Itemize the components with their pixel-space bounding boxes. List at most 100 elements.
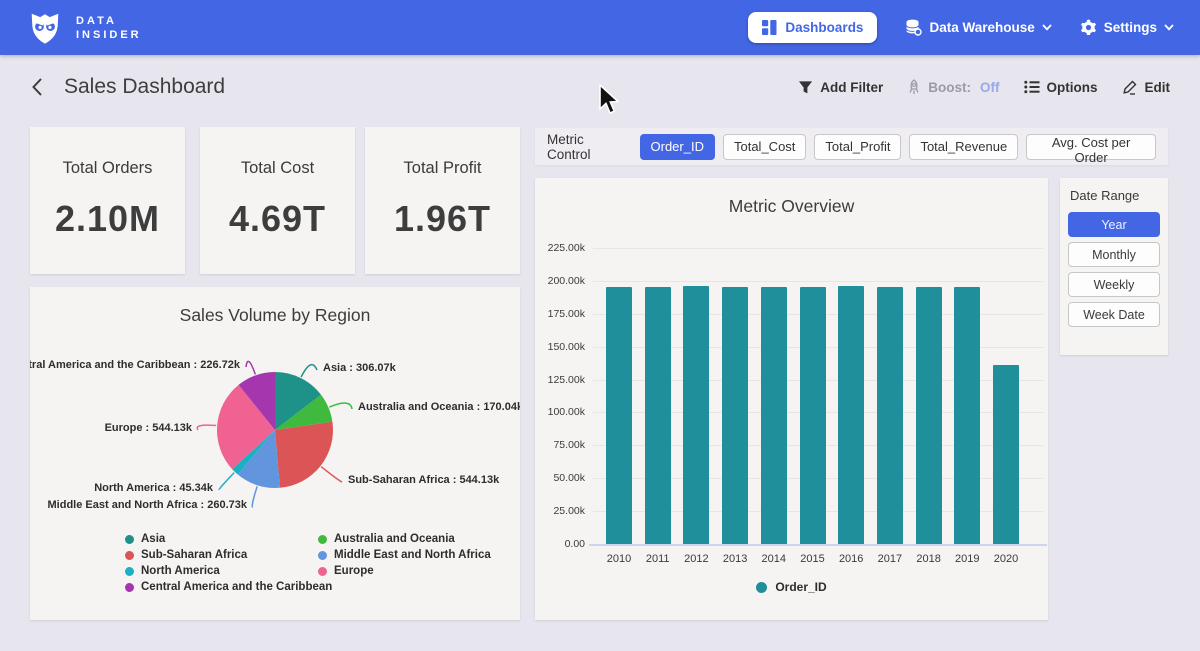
pie-legend-item-middle-east-and-north-africa[interactable]: Middle East and North Africa — [318, 547, 491, 563]
x-axis-tick-label: 2013 — [715, 553, 755, 565]
page-header: Sales Dashboard Add Filter Boost:Off Opt… — [0, 55, 1200, 119]
kpi-value: 2.10M — [30, 198, 185, 240]
bar-2019[interactable] — [954, 287, 980, 544]
brand-line2: INSIDER — [76, 28, 142, 42]
bar-2014[interactable] — [761, 287, 787, 544]
y-axis-tick-label: 50.00k — [535, 472, 585, 484]
metric-option-order-id[interactable]: Order_ID — [640, 134, 715, 160]
legend-label: Asia — [141, 533, 165, 545]
pie-legend-item-europe[interactable]: Europe — [318, 563, 491, 579]
boost-toggle[interactable]: Boost:Off — [907, 79, 999, 95]
add-filter-button[interactable]: Add Filter — [798, 80, 883, 95]
pie-label-europe: Europe : 544.13k — [105, 422, 193, 434]
pie-leader-line — [329, 403, 352, 409]
database-icon — [905, 19, 922, 36]
pie-leader-line — [301, 365, 317, 377]
pie-label-sub-saharan-africa: Sub-Saharan Africa : 544.13k — [348, 474, 500, 486]
edit-label: Edit — [1145, 80, 1171, 95]
pie-legend-item-north-america[interactable]: North America — [125, 563, 332, 579]
bar-legend-item-order-id[interactable]: Order_ID — [756, 580, 826, 594]
pie-slice-sub-saharan-africa[interactable] — [275, 422, 333, 488]
options-list-icon — [1024, 80, 1040, 94]
bar-2015[interactable] — [800, 287, 826, 544]
boost-label: Boost: — [928, 80, 971, 95]
bar-2011[interactable] — [645, 287, 671, 544]
legend-dot-icon — [318, 551, 327, 560]
bar-2016[interactable] — [838, 286, 864, 544]
bar-legend: Order_ID — [535, 580, 1048, 594]
x-axis-tick-label: 2019 — [947, 553, 987, 565]
pie-leader-line — [197, 425, 216, 430]
x-axis-tick-label: 2011 — [638, 553, 678, 565]
y-axis-tick-label: 175.00k — [535, 308, 585, 320]
legend-dot-icon — [125, 551, 134, 560]
pie-legend-item-asia[interactable]: Asia — [125, 531, 332, 547]
options-label: Options — [1047, 80, 1098, 95]
metric-option-total-revenue[interactable]: Total_Revenue — [909, 134, 1018, 160]
owl-logo-icon — [26, 9, 64, 47]
bar-chart-card: Metric Overview 0.0025.00k50.00k75.00k10… — [535, 178, 1048, 620]
brand-line1: DATA — [76, 14, 142, 28]
settings-menu[interactable]: Settings — [1080, 19, 1174, 36]
pie-legend-item-australia-and-oceania[interactable]: Australia and Oceania — [318, 531, 491, 547]
date-range-year-button[interactable]: Year — [1068, 212, 1160, 237]
edit-button[interactable]: Edit — [1122, 79, 1171, 95]
metric-option-total-cost[interactable]: Total_Cost — [723, 134, 806, 160]
dashboards-label: Dashboards — [785, 20, 863, 35]
chevron-down-icon — [1164, 24, 1174, 31]
dashboards-button[interactable]: Dashboards — [748, 12, 877, 43]
bar-2018[interactable] — [916, 287, 942, 544]
data-warehouse-menu[interactable]: Data Warehouse — [905, 19, 1051, 36]
back-chevron-icon — [30, 77, 44, 97]
bar-2012[interactable] — [683, 286, 709, 545]
kpi-value: 4.69T — [200, 198, 355, 240]
kpi-value: 1.96T — [365, 198, 520, 240]
legend-label: Australia and Oceania — [334, 533, 455, 545]
y-axis-tick-label: 225.00k — [535, 242, 585, 254]
date-range-monthly-button[interactable]: Monthly — [1068, 242, 1160, 267]
bar-2010[interactable] — [606, 287, 632, 544]
y-axis-tick-label: 100.00k — [535, 406, 585, 418]
pie-leader-line — [246, 361, 255, 374]
legend-dot-icon — [125, 583, 134, 592]
pie-label-central-america-and-the-caribbean: Central America and the Caribbean : 226.… — [30, 359, 241, 371]
y-axis-tick-label: 25.00k — [535, 505, 585, 517]
options-button[interactable]: Options — [1024, 80, 1098, 95]
bar-2020[interactable] — [993, 365, 1019, 544]
kpi-label: Total Cost — [200, 159, 355, 178]
dashboard-grid-icon — [762, 20, 777, 35]
pie-legend-column: Australia and Oceania Middle East and Nor… — [318, 531, 491, 579]
bar-chart-mount: 0.0025.00k50.00k75.00k100.00k125.00k150.… — [535, 178, 1048, 620]
date-range-weekly-button[interactable]: Weekly — [1068, 272, 1160, 297]
pie-legend-item-central-america-and-the-caribbean[interactable]: Central America and the Caribbean — [125, 579, 332, 595]
settings-label: Settings — [1104, 20, 1157, 35]
kpi-total-profit: Total Profit 1.96T — [365, 127, 520, 274]
x-axis-tick-label: 2014 — [754, 553, 794, 565]
metric-option-total-profit[interactable]: Total_Profit — [814, 134, 901, 160]
pie-label-asia: Asia : 306.07k — [323, 362, 397, 374]
legend-dot-icon — [318, 535, 327, 544]
pie-legend-item-sub-saharan-africa[interactable]: Sub-Saharan Africa — [125, 547, 332, 563]
pie-label-north-america: North America : 45.34k — [94, 482, 214, 494]
metric-control-bar: Metric Control Order_ID Total_Cost Total… — [535, 128, 1168, 165]
bar-2013[interactable] — [722, 287, 748, 544]
rocket-icon — [907, 79, 921, 95]
date-range-week-date-button[interactable]: Week Date — [1068, 302, 1160, 327]
metric-option-avg-cost-per-order[interactable]: Avg. Cost per Order — [1026, 134, 1156, 160]
kpi-label: Total Orders — [30, 159, 185, 178]
y-axis-tick-label: 125.00k — [535, 374, 585, 386]
bar-2017[interactable] — [877, 287, 903, 545]
page-title: Sales Dashboard — [64, 75, 225, 99]
x-axis-tick-label: 2010 — [599, 553, 639, 565]
legend-label: Central America and the Caribbean — [141, 581, 332, 593]
pencil-icon — [1122, 79, 1138, 95]
filter-funnel-icon — [798, 80, 813, 95]
legend-label: Middle East and North Africa — [334, 549, 491, 561]
chevron-down-icon — [1042, 24, 1052, 31]
x-axis-tick-label: 2012 — [676, 553, 716, 565]
pie-chart-title: Sales Volume by Region — [30, 305, 520, 326]
back-button[interactable] — [30, 77, 44, 97]
legend-label: North America — [141, 565, 220, 577]
legend-label: Europe — [334, 565, 374, 577]
gridline — [593, 281, 1043, 282]
